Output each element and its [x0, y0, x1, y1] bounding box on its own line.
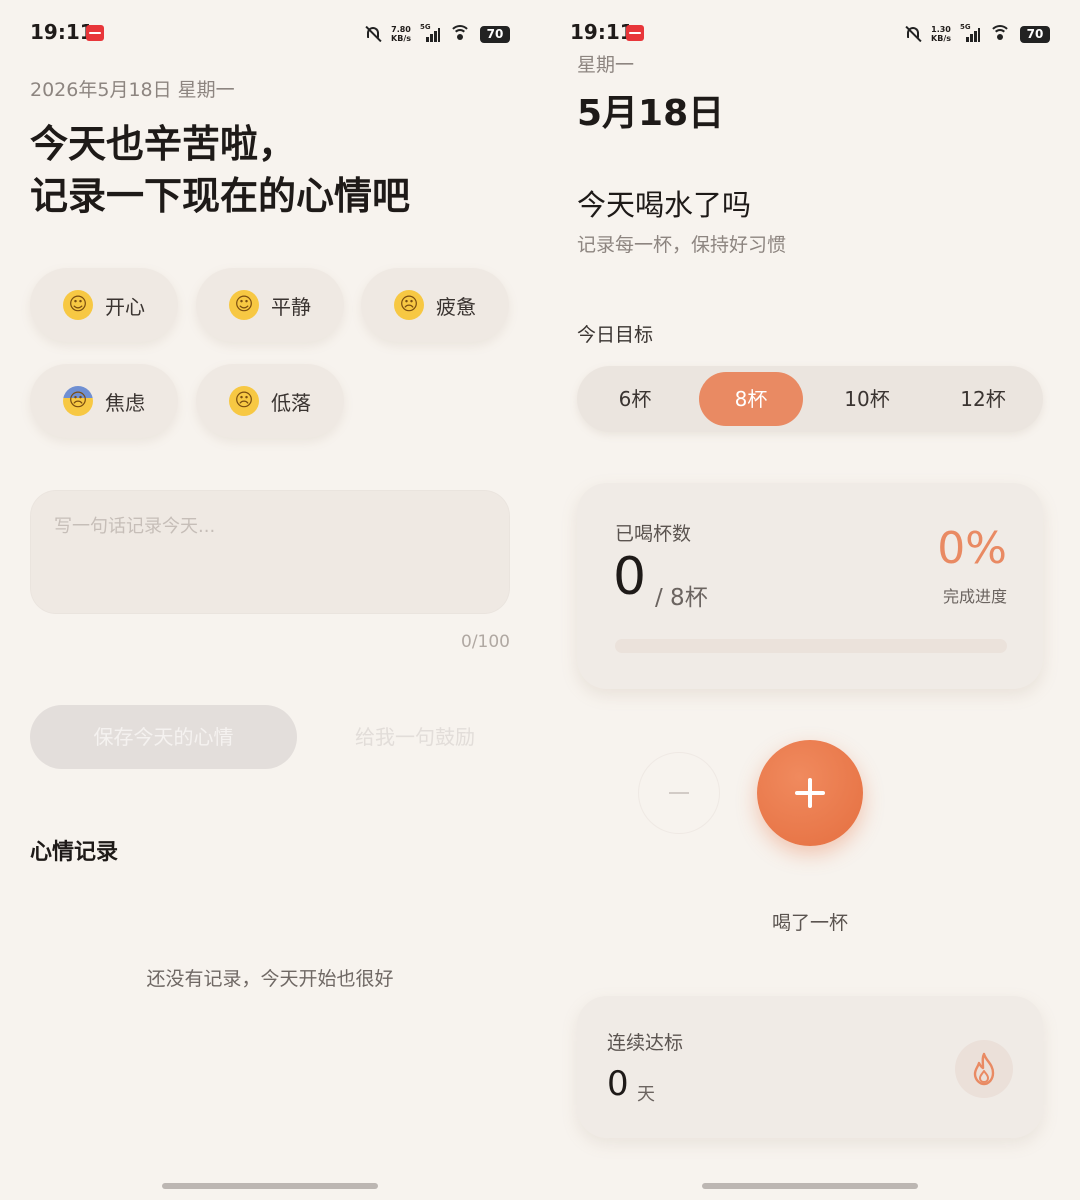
wifi-icon	[449, 25, 471, 43]
goal-text: / 8杯	[655, 585, 708, 611]
network-speed: 1.30 KB/s	[931, 25, 951, 43]
completion-percent: 0%	[937, 523, 1007, 574]
drunk-label: 已喝杯数	[615, 523, 692, 545]
page-title: 今天喝水了吗	[577, 188, 752, 222]
mood-option-happy[interactable]: ☺ 开心	[30, 268, 178, 342]
mood-records-title: 心情记录	[30, 840, 119, 865]
mood-option-anxious[interactable]: ☹ 焦虑	[30, 364, 178, 438]
status-time: 19:11	[30, 20, 94, 44]
encourage-button[interactable]: 给我一句鼓励	[325, 705, 505, 769]
network-speed: 7.80 KB/s	[391, 25, 411, 43]
status-time: 19:11	[570, 20, 634, 44]
add-cup-button[interactable]	[757, 740, 863, 846]
status-bar: 19:11 1.30 KB/s 5G 70	[570, 20, 1050, 48]
date-label: 2026年5月18日 星期一	[30, 79, 235, 101]
signal-icon: 5G	[960, 23, 980, 43]
home-indicator[interactable]	[702, 1183, 918, 1189]
flame-icon	[955, 1040, 1013, 1098]
mood-label: 疲惫	[436, 294, 476, 319]
goal-option-6[interactable]: 6杯	[583, 372, 687, 426]
page-subtitle: 记录每一杯，保持好习惯	[577, 234, 787, 256]
mood-label: 平静	[271, 294, 311, 319]
wifi-icon	[989, 25, 1011, 43]
mood-label: 焦虑	[105, 390, 145, 415]
minus-icon	[669, 792, 689, 794]
mood-option-calm[interactable]: ☺ 平静	[196, 268, 344, 342]
weekday-label: 星期一	[577, 54, 635, 76]
goal-option-12[interactable]: 12杯	[931, 372, 1035, 426]
relieved-face-icon: ☺	[229, 290, 259, 320]
goal-label: 今日目标	[577, 324, 654, 346]
mood-option-tired[interactable]: ☹ 疲惫	[361, 268, 509, 342]
mood-label: 开心	[105, 294, 145, 319]
battery-indicator: 70	[1020, 25, 1050, 43]
char-counter: 0/100	[461, 632, 510, 652]
water-screen: 19:11 1.30 KB/s 5G 70 星期一 5月18日 今天喝水了吗 记…	[540, 0, 1080, 1200]
goal-option-10[interactable]: 10杯	[815, 372, 919, 426]
anxious-face-icon: ☹	[63, 386, 93, 416]
progress-bar	[615, 639, 1007, 653]
remove-cup-button[interactable]	[638, 752, 720, 834]
streak-unit: 天	[637, 1084, 655, 1105]
smiling-face-icon: ☺	[63, 290, 93, 320]
drunk-count: 0	[613, 547, 647, 607]
app-notification-icon	[626, 25, 644, 41]
mood-label: 低落	[271, 390, 311, 415]
page-date: 5月18日	[577, 93, 725, 134]
home-indicator[interactable]	[162, 1183, 378, 1189]
completion-label: 完成进度	[942, 587, 1007, 606]
mood-screen: 19:11 7.80 KB/s 5G 70 2026年5月18日 星期一 今天也…	[0, 0, 540, 1200]
mute-bell-icon	[364, 25, 382, 43]
note-placeholder: 写一句话记录今天...	[54, 516, 216, 537]
page-title: 今天也辛苦啦， 记录一下现在的心情吧	[30, 122, 411, 218]
streak-label: 连续达标	[607, 1032, 684, 1054]
streak-card: 连续达标 0 天	[577, 996, 1043, 1138]
mood-note-input[interactable]: 写一句话记录今天...	[30, 490, 510, 614]
save-mood-button[interactable]: 保存今天的心情	[30, 705, 297, 769]
battery-indicator: 70	[480, 25, 510, 43]
mute-bell-icon	[904, 25, 922, 43]
goal-selector: 6杯 8杯 10杯 12杯	[577, 366, 1043, 432]
add-cup-label: 喝了一杯	[771, 912, 848, 934]
signal-icon: 5G	[420, 23, 440, 43]
pensive-face-icon: ☹	[394, 290, 424, 320]
progress-card: 已喝杯数 0 / 8杯 0% 完成进度	[577, 483, 1043, 689]
status-bar: 19:11 7.80 KB/s 5G 70	[30, 20, 510, 48]
app-notification-icon	[86, 25, 104, 41]
crying-face-icon: ☹	[229, 386, 259, 416]
goal-option-8[interactable]: 8杯	[699, 372, 803, 426]
mood-option-down[interactable]: ☹ 低落	[196, 364, 344, 438]
streak-value: 0	[607, 1064, 629, 1104]
empty-state-text: 还没有记录，今天开始也很好	[146, 968, 394, 990]
